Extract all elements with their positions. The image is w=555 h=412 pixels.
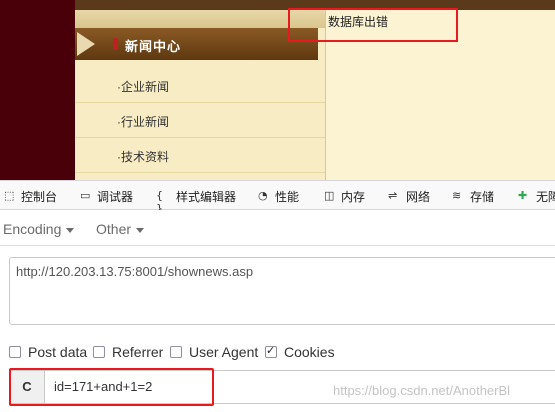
memory-icon: ◫: [324, 189, 335, 202]
network-icon: ⇌: [388, 189, 398, 202]
tab-label: 无障: [536, 190, 555, 204]
watermark: https://blog.csdn.net/AnotherBl: [333, 383, 511, 398]
menu-title-bar: 新闻中心: [75, 28, 318, 60]
bullet-icon: [113, 38, 118, 50]
checkbox-post-data[interactable]: [9, 346, 21, 358]
option-label: Cookies: [284, 344, 335, 360]
debugger-icon: ▭: [80, 189, 91, 202]
chevron-down-icon: [66, 227, 75, 233]
menu-item-label: ·技术资料: [117, 150, 169, 164]
devtools-tab-bar: ⬚ 控制台 ▭ 调试器 { } 样式编辑器 ◔ 性能 ◫ 内存 ⇌ 网络 ≋ 存…: [0, 180, 555, 215]
menu-item-tech-docs[interactable]: ·技术资料: [75, 138, 325, 173]
arrow-icon: [77, 32, 95, 56]
encoding-menu-label: Encoding: [3, 221, 62, 237]
option-label: User Agent: [189, 344, 259, 360]
other-menu-label: Other: [96, 221, 132, 237]
tab-label: 控制台: [21, 190, 58, 204]
site-sidebar-menu: 新闻中心 ·企业新闻 ·行业新闻 ·技术资料: [75, 28, 325, 180]
encoding-menu[interactable]: Encoding: [3, 221, 75, 237]
menu-item-label: ·行业新闻: [117, 115, 169, 129]
tab-label: 网络: [406, 190, 431, 204]
tab-label: 调试器: [97, 190, 134, 204]
other-menu[interactable]: Other: [96, 221, 145, 237]
checkbox-user-agent[interactable]: [170, 346, 182, 358]
menu-item-industry-news[interactable]: ·行业新闻: [75, 103, 325, 138]
storage-icon: ≋: [452, 189, 462, 202]
url-value: http://120.203.13.75:8001/shownews.asp: [16, 264, 254, 279]
screenshot-root: 新闻中心 ·企业新闻 ·行业新闻 ·技术资料 数据库出错 ⬚ 控制台 ▭ 调试器…: [0, 0, 555, 412]
menu-item-label: ·企业新闻: [117, 80, 169, 94]
option-label: Post data: [28, 344, 88, 360]
url-textarea[interactable]: http://120.203.13.75:8001/shownews.asp: [9, 257, 555, 325]
tab-label: 样式编辑器: [176, 190, 237, 204]
performance-icon: ◔: [258, 189, 268, 202]
tab-label: 内存: [341, 190, 366, 204]
site-left-border: [0, 0, 75, 180]
hackbar-menu: Encoding Other: [0, 210, 555, 246]
menu-title: 新闻中心: [125, 39, 182, 54]
website-view: 新闻中心 ·企业新闻 ·行业新闻 ·技术资料 数据库出错: [0, 0, 555, 180]
chevron-down-icon: [136, 227, 145, 233]
highlight-box-error: [288, 8, 458, 42]
accessibility-icon: ✚: [518, 189, 528, 202]
hackbar-panel: Encoding Other http://120.203.13.75:8001…: [0, 210, 555, 412]
highlight-box-cookie: [9, 368, 214, 406]
checkbox-cookies[interactable]: [265, 344, 277, 358]
tab-label: 性能: [275, 190, 300, 204]
menu-item-company-news[interactable]: ·企业新闻: [75, 68, 325, 103]
tab-label: 存储: [470, 190, 495, 204]
console-icon: ⬚: [4, 189, 15, 202]
checkbox-referrer[interactable]: [93, 346, 105, 358]
option-label: Referrer: [112, 344, 164, 360]
